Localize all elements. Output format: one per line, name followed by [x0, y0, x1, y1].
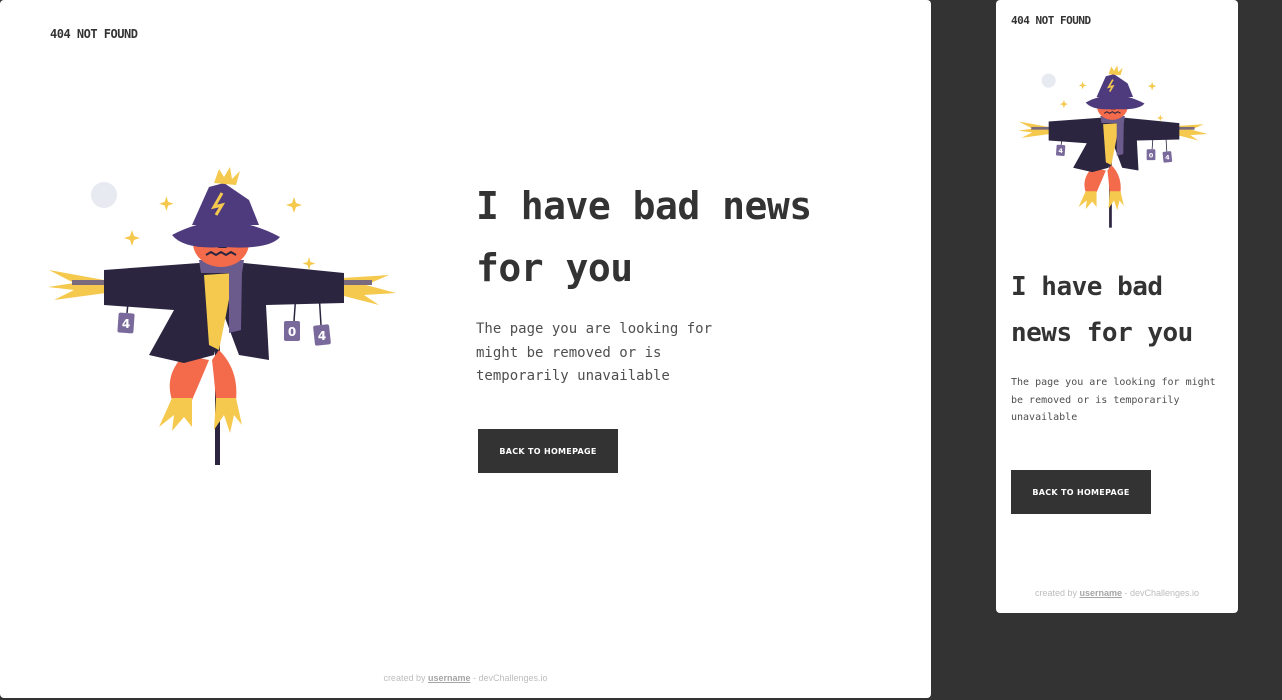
- brand-logo[interactable]: 404 NOT FOUND: [50, 27, 138, 41]
- footer-username-link-mobile[interactable]: username: [1079, 588, 1122, 598]
- can-label-4-second: 4: [318, 329, 326, 343]
- footer-username-link[interactable]: username: [428, 673, 471, 683]
- mobile-view: 404 NOT FOUND 4 0 4 I have bad news for …: [996, 0, 1238, 613]
- footer-mobile: created by username - devChallenges.io: [996, 588, 1238, 598]
- description-mobile: The page you are looking for might be re…: [1011, 377, 1216, 423]
- footer-suffix-mobile: - devChallenges.io: [1122, 588, 1200, 598]
- brand-logo-mobile[interactable]: 404 NOT FOUND: [1011, 14, 1091, 27]
- back-to-homepage-button-mobile[interactable]: BACK TO HOMEPAGE: [1011, 470, 1151, 514]
- can-label-4-mobile: 4: [1058, 147, 1063, 155]
- scarecrow-illustration: 4 0 4: [46, 165, 398, 465]
- can-label-0: 0: [288, 325, 296, 339]
- description: The page you are looking for might be re…: [476, 321, 713, 384]
- scarecrow-illustration-mobile: 4 0 4: [1017, 64, 1209, 228]
- can-label-0-mobile: 0: [1149, 151, 1154, 159]
- footer-suffix: - devChallenges.io: [470, 673, 548, 683]
- can-label-4-second-mobile: 4: [1165, 154, 1170, 162]
- headline-mobile: I have bad news for you: [1011, 272, 1193, 348]
- desktop-view: 404 NOT FOUND 4 0 4 I have bad news for …: [0, 0, 931, 698]
- back-to-homepage-button[interactable]: BACK TO HOMEPAGE: [478, 429, 618, 473]
- footer-prefix: created by: [383, 673, 428, 683]
- headline: I have bad news for you: [476, 184, 812, 290]
- footer: created by username - devChallenges.io: [0, 673, 931, 683]
- footer-prefix-mobile: created by: [1034, 588, 1080, 598]
- can-label-4: 4: [122, 317, 130, 331]
